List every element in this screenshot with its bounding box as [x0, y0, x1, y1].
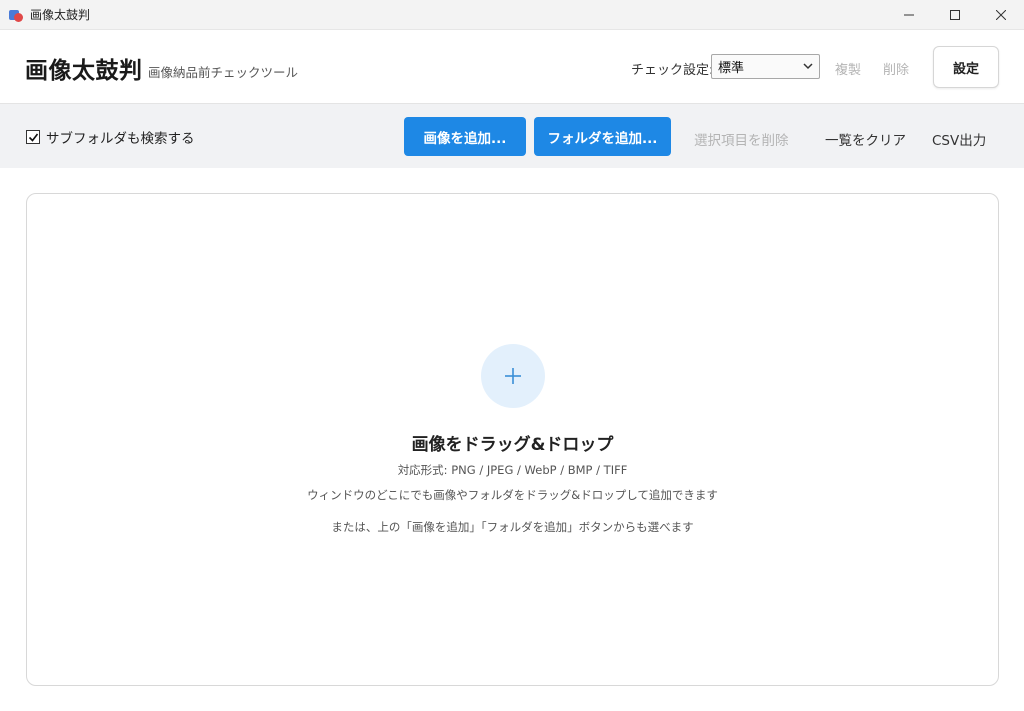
app-title: 画像太鼓判 — [25, 58, 143, 84]
remove-selected-button[interactable]: 選択項目を削除 — [694, 129, 789, 149]
minimize-button[interactable] — [886, 0, 932, 30]
add-folder-button[interactable]: フォルダを追加... — [534, 117, 671, 156]
add-circle — [481, 344, 545, 408]
supported-formats: 対応形式: PNG / JPEG / WebP / BMP / TIFF — [397, 463, 628, 477]
button-hint: または、上の「画像を追加」「フォルダを追加」ボタンからも選べます — [331, 520, 694, 534]
minimize-icon — [904, 14, 914, 16]
clear-list-button[interactable]: 一覧をクリア — [825, 129, 906, 149]
window-title: 画像太鼓判 — [30, 8, 91, 22]
subfolder-label: サブフォルダも検索する — [46, 131, 195, 147]
app-icon — [9, 8, 23, 22]
csv-export-button[interactable]: CSV出力 — [932, 129, 986, 149]
drop-zone-title: 画像をドラッグ&ドロップ — [411, 435, 614, 455]
title-bar: 画像太鼓判 — [0, 0, 1024, 30]
duplicate-button[interactable]: 複製 — [835, 59, 861, 78]
check-settings-label: チェック設定: — [631, 63, 714, 78]
check-settings-select[interactable]: 標準 — [711, 54, 820, 79]
close-icon — [996, 10, 1006, 20]
maximize-button[interactable] — [932, 0, 978, 30]
settings-button[interactable]: 設定 — [933, 46, 999, 88]
close-button[interactable] — [978, 0, 1024, 30]
app-subtitle: 画像納品前チェックツール — [148, 65, 299, 80]
toolbar: サブフォルダも検索する 画像を追加... フォルダを追加... 選択項目を削除 … — [0, 104, 1024, 168]
drop-hint: ウィンドウのどこにでも画像やフォルダをドラッグ&ドロップして追加できます — [307, 488, 718, 502]
drop-zone[interactable]: 画像をドラッグ&ドロップ 対応形式: PNG / JPEG / WebP / B… — [26, 193, 999, 686]
chevron-down-icon — [803, 59, 813, 76]
subfolder-option[interactable]: サブフォルダも検索する — [26, 127, 195, 147]
checkmark-icon — [28, 133, 38, 142]
check-settings-value: 標準 — [718, 61, 745, 76]
app-header: 画像太鼓判 画像納品前チェックツール チェック設定: 標準 複製 削除 設定 — [0, 30, 1024, 104]
subfolder-checkbox[interactable] — [26, 130, 40, 144]
plus-icon — [505, 368, 521, 384]
delete-button[interactable]: 削除 — [883, 59, 909, 78]
window-controls — [886, 0, 1024, 30]
maximize-icon — [950, 10, 960, 20]
add-images-button[interactable]: 画像を追加... — [404, 117, 526, 156]
